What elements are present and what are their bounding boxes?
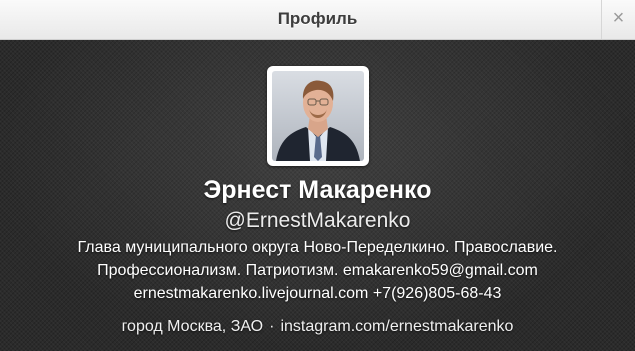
bio-line: Профессионализм. Патриотизм. emakarenko5…: [97, 262, 538, 279]
profile-handle[interactable]: @ErnestMakarenko: [0, 208, 635, 234]
avatar-photo: [272, 71, 364, 161]
meta-separator: ·: [269, 318, 275, 335]
modal-header: Профиль ×: [0, 0, 635, 40]
close-button[interactable]: ×: [601, 0, 635, 39]
modal-title: Профиль: [277, 9, 358, 28]
close-icon: ×: [612, 7, 625, 29]
profile-location: город Москва, ЗАО: [121, 318, 264, 335]
bio-line: Глава муниципального округа Ново-Передел…: [77, 239, 558, 256]
profile-bio: Глава муниципального округа Ново-Передел…: [0, 236, 635, 305]
profile-card: Эрнест Макаренко @ErnestMakarenko Глава …: [0, 40, 635, 351]
bio-line: ernestmakarenko.livejournal.com +7(926)8…: [133, 285, 502, 302]
profile-name: Эрнест Макаренко: [203, 176, 432, 204]
profile-meta: город Москва, ЗАО · instagram.com/ernestma…: [0, 316, 635, 338]
avatar[interactable]: [267, 66, 369, 166]
profile-modal: Профиль × Эрнест Макаренко @ErnestMakare…: [0, 0, 635, 351]
profile-website-link[interactable]: instagram.com/ernestmakarenko: [280, 318, 513, 335]
